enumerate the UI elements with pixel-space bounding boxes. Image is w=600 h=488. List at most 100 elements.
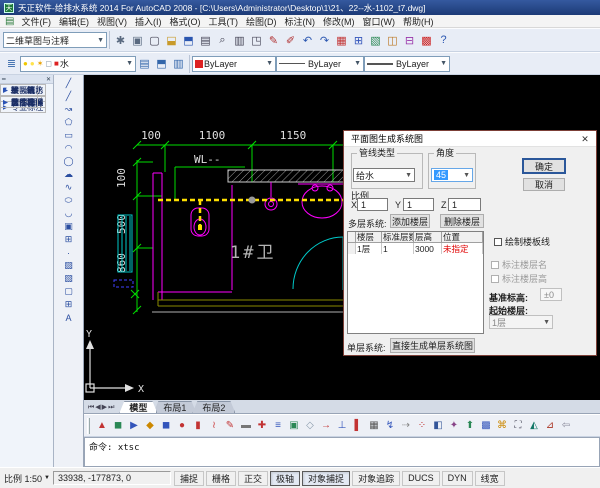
- layer-combo[interactable]: ●●✶◻■ 水 ▼: [20, 56, 136, 72]
- status-toggle[interactable]: 对象捕捉: [302, 471, 350, 486]
- draw-tool-icon[interactable]: ▣: [59, 220, 79, 233]
- menu-item[interactable]: 文件(F): [17, 15, 55, 27]
- layout-tab[interactable]: 布局2: [192, 401, 235, 413]
- generate-single-floor-button[interactable]: 直接生成单层系统图: [390, 338, 475, 353]
- tz-tool-icon[interactable]: ◇: [302, 418, 318, 434]
- menu-item[interactable]: 标注(N): [280, 15, 319, 27]
- tab-navigation-arrows[interactable]: ⏮◀▶⏭: [88, 403, 115, 412]
- mark-floor-height-checkbox[interactable]: 标注楼层高: [491, 272, 547, 285]
- tz-tool-icon[interactable]: ◭: [526, 418, 542, 434]
- draw-tool-icon[interactable]: ⬭: [59, 194, 79, 207]
- draw-slab-checkbox[interactable]: 绘制楼板线: [494, 235, 550, 248]
- draw-tool-icon[interactable]: ⬠: [59, 116, 79, 129]
- status-toggle[interactable]: 正交: [238, 471, 268, 486]
- row-selector[interactable]: [348, 243, 356, 254]
- toolbar-icon[interactable]: ▣: [129, 32, 146, 49]
- draw-tool-icon[interactable]: ▨: [59, 259, 79, 272]
- close-icon[interactable]: ✕: [46, 76, 51, 83]
- toolbar-icon[interactable]: ↷: [316, 32, 333, 49]
- toolbar-icon[interactable]: ⬓: [163, 32, 180, 49]
- draw-tool-icon[interactable]: ↝: [59, 103, 79, 116]
- lineweight-combo[interactable]: ByLayer ▼: [364, 56, 450, 72]
- tz-tool-icon[interactable]: ◼: [110, 418, 126, 434]
- tz-tool-icon[interactable]: ⛶: [510, 418, 526, 434]
- menu-item[interactable]: 窗口(W): [358, 15, 399, 27]
- tz-tool-icon[interactable]: ●: [174, 418, 190, 434]
- status-toggle[interactable]: 极轴: [270, 471, 300, 486]
- toolbar-icon[interactable]: ▧: [367, 32, 384, 49]
- draw-tool-icon[interactable]: ▭: [59, 129, 79, 142]
- toolbar-grip[interactable]: [87, 418, 90, 434]
- menu-item[interactable]: 绘图(D): [242, 15, 281, 27]
- linetype-combo[interactable]: ByLayer ▼: [276, 56, 364, 72]
- layer-tool-icon[interactable]: ▥: [170, 55, 187, 72]
- tz-tool-icon[interactable]: ✦: [446, 418, 462, 434]
- scale-y-input[interactable]: 1: [403, 198, 434, 211]
- dialog-title-bar[interactable]: 平面图生成系统图: [344, 131, 596, 147]
- menu-item[interactable]: 编辑(E): [55, 15, 93, 27]
- tz-tool-icon[interactable]: ✎: [222, 418, 238, 434]
- pipe-type-combo[interactable]: 给水 ▼: [353, 168, 415, 182]
- command-line[interactable]: 命令: xtsc: [84, 437, 600, 467]
- layer-state-icon[interactable]: ✶: [37, 59, 44, 68]
- scale-x-input[interactable]: 1: [357, 198, 388, 211]
- tz-tool-icon[interactable]: ⬆: [462, 418, 478, 434]
- toolbar-icon[interactable]: ↶: [299, 32, 316, 49]
- status-toggle[interactable]: DUCS: [402, 471, 440, 486]
- tz-tool-icon[interactable]: ⊥: [334, 418, 350, 434]
- delete-floor-button[interactable]: 删除楼层: [440, 214, 484, 228]
- toolbar-icon[interactable]: ▩: [418, 32, 435, 49]
- tz-tool-icon[interactable]: ↯: [382, 418, 398, 434]
- menu-item[interactable]: 插入(I): [131, 15, 166, 27]
- toolbar-icon[interactable]: ?: [435, 32, 452, 49]
- floors-table[interactable]: 楼层 标准层数 层高 位置 1层 1 3000 未指定: [347, 231, 484, 334]
- menu-item[interactable]: 修改(M): [319, 15, 359, 27]
- add-floor-button[interactable]: 添加楼层: [390, 214, 430, 228]
- draw-tool-icon[interactable]: ◯: [59, 155, 79, 168]
- tz-tool-icon[interactable]: ◼: [158, 418, 174, 434]
- toolbar-icon[interactable]: ▢: [146, 32, 163, 49]
- minimize-icon[interactable]: ━: [2, 76, 6, 83]
- start-floor-combo[interactable]: 1层 ▼: [489, 315, 553, 329]
- tz-tool-icon[interactable]: ⇦: [558, 418, 574, 434]
- draw-tool-icon[interactable]: ☁: [59, 168, 79, 181]
- tz-tool-icon[interactable]: ▦: [366, 418, 382, 434]
- toolbar-icon[interactable]: ▦: [333, 32, 350, 49]
- draw-tool-icon[interactable]: ╱: [59, 77, 79, 90]
- tz-tool-icon[interactable]: ⊿: [542, 418, 558, 434]
- toolbar-icon[interactable]: ◳: [248, 32, 265, 49]
- layer-tool-icon[interactable]: ⬒: [153, 55, 170, 72]
- workspace-combo[interactable]: 二维草图与注释 ▼: [3, 32, 107, 48]
- layer-state-icon[interactable]: ●: [23, 59, 28, 68]
- draw-tool-icon[interactable]: ⊞: [59, 298, 79, 311]
- checkbox-icon[interactable]: [494, 238, 502, 246]
- layer-tool-icon[interactable]: ▤: [136, 55, 153, 72]
- menu-item[interactable]: 视图(V): [93, 15, 131, 27]
- menu-item[interactable]: 格式(O): [165, 15, 204, 27]
- tz-tool-icon[interactable]: ≀: [206, 418, 222, 434]
- toolbar-icon[interactable]: ✱: [112, 32, 129, 49]
- draw-tool-icon[interactable]: A: [59, 311, 79, 324]
- layer-state-icon[interactable]: ◻: [45, 59, 52, 68]
- cancel-button[interactable]: 取消: [523, 178, 565, 191]
- ok-button[interactable]: 确定: [523, 159, 565, 173]
- status-toggle[interactable]: 对象追踪: [352, 471, 400, 486]
- tz-tool-icon[interactable]: ▶: [126, 418, 142, 434]
- layout-tab[interactable]: 模型: [119, 401, 157, 413]
- angle-combo[interactable]: 45 ▼: [431, 168, 473, 182]
- base-elevation-input[interactable]: ±0: [540, 288, 562, 301]
- toolbar-icon[interactable]: ▥: [231, 32, 248, 49]
- draw-tool-icon[interactable]: ◡: [59, 207, 79, 220]
- dialog-close-icon[interactable]: ✕: [578, 133, 592, 145]
- tz-tool-icon[interactable]: ◆: [142, 418, 158, 434]
- scale-z-input[interactable]: 1: [448, 198, 481, 211]
- menu-item[interactable]: 帮助(H): [399, 15, 438, 27]
- toolbar-icon[interactable]: ◫: [384, 32, 401, 49]
- toolbar-icon[interactable]: ✎: [265, 32, 282, 49]
- draw-tool-icon[interactable]: ∿: [59, 181, 79, 194]
- toolbar-icon[interactable]: ✐: [282, 32, 299, 49]
- status-toggle[interactable]: DYN: [442, 471, 473, 486]
- draw-tool-icon[interactable]: ▧: [59, 272, 79, 285]
- scale-control[interactable]: 比例 1:50 ▼: [4, 472, 50, 485]
- tz-tool-icon[interactable]: ◧: [430, 418, 446, 434]
